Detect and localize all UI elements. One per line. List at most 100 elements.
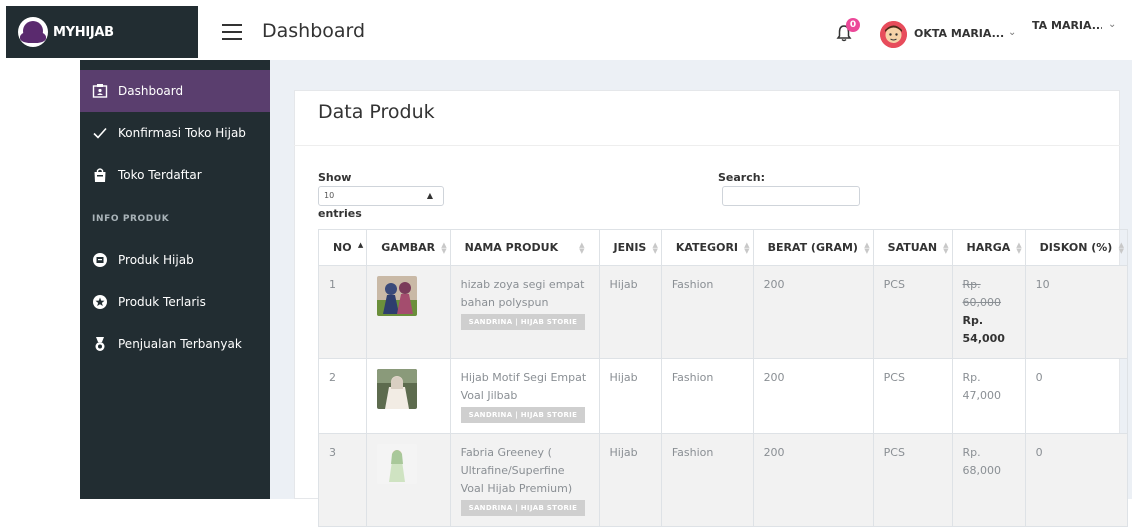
column-header-jenis[interactable]: JENIS ▲ ▼: [599, 229, 662, 266]
column-header-diskon[interactable]: DISKON (%) ▲ ▼: [1025, 229, 1129, 266]
cell-diskon: 10: [1025, 265, 1129, 359]
check-icon: [93, 127, 107, 139]
cell-jenis: Hijab: [599, 433, 662, 527]
sidebar-item-produk-hijab[interactable]: Produk Hijab: [80, 239, 270, 281]
sidebar-item-produk-terlaris[interactable]: Produk Terlaris: [80, 281, 270, 323]
column-header-satuan[interactable]: SATUAN ▲ ▼: [873, 229, 953, 266]
column-header-no[interactable]: NO ▲: [317, 229, 368, 266]
cell-gambar: [366, 358, 451, 434]
shop-badge: SANDRINA | HIJAB STORIE: [460, 407, 586, 423]
sidebar-item-konfirmasi-toko[interactable]: Konfirmasi Toko Hijab: [80, 112, 270, 154]
shopping-bag-icon: [94, 168, 106, 182]
entries-select-value: 10: [324, 191, 335, 200]
cell-no: 2: [317, 358, 368, 434]
cell-no: 3: [317, 433, 368, 527]
sort-icon: ▲ ▼: [1118, 241, 1124, 255]
search-label: Search:: [718, 171, 765, 184]
product-name: Hijab Motif Segi Empat Voal Jilbab: [460, 371, 587, 402]
cell-harga: Rp. 68,000: [952, 433, 1026, 527]
shop-badge: SANDRINA | HIJAB STORIE: [460, 500, 586, 516]
avatar[interactable]: [880, 21, 907, 48]
show-label: Show: [318, 171, 352, 184]
cell-diskon: 0: [1025, 433, 1129, 527]
cell-gambar: [366, 265, 451, 359]
cell-nama-produk: hizab zoya segi empat bahan polyspun SAN…: [450, 265, 600, 359]
cell-kategori: Fashion: [661, 433, 754, 527]
entries-select[interactable]: 10 ▲︎: [318, 186, 444, 206]
cell-kategori: Fashion: [661, 358, 754, 434]
sidebar-item-penjualan-terbanyak[interactable]: Penjualan Terbanyak: [80, 323, 270, 365]
search-input[interactable]: [722, 186, 860, 206]
column-header-kategori[interactable]: KATEGORI ▲ ▼: [661, 229, 754, 266]
entries-label: entries: [318, 207, 362, 220]
product-name: hizab zoya segi empat bahan polyspun: [460, 278, 585, 309]
column-header-harga[interactable]: HARGA ▲ ▼: [952, 229, 1026, 266]
cell-harga: Rp. 47,000: [952, 358, 1026, 434]
table-header-row: NO ▲ GAMBAR ▲ ▼ NAMA PRODUK ▲ ▼ JENIS ▲ ▼ KATEG…: [317, 229, 1129, 266]
cell-berat: 200: [753, 265, 874, 359]
notification-badge: 0: [846, 18, 860, 32]
sidebar-item-toko-terdaftar[interactable]: Toko Terdaftar: [80, 154, 270, 196]
brand-logo-bar[interactable]: MYHIJAB: [6, 6, 198, 58]
cell-jenis: Hijab: [599, 265, 662, 359]
sidebar-item-label: Produk Hijab: [118, 253, 194, 267]
brand-name: MYHIJAB: [53, 24, 114, 40]
product-thumbnail[interactable]: [377, 444, 418, 484]
cell-kategori: Fashion: [661, 265, 754, 359]
sort-asc-icon: ▲: [357, 241, 364, 249]
sort-icon: ▲ ▼: [943, 241, 949, 255]
price-discounted: Rp. 54,000: [962, 314, 1005, 345]
sidebar-section-header: INFO PRODUK: [92, 214, 170, 224]
star-icon: [93, 295, 107, 309]
cell-satuan: PCS: [873, 358, 953, 434]
sort-icon: ▲ ▼: [744, 241, 750, 255]
column-header-berat[interactable]: BERAT (GRAM) ▲ ▼: [753, 229, 874, 266]
product-name: Fabria Greeney ( Ultrafine/Superfine Voa…: [460, 446, 573, 495]
chevron-down-icon[interactable]: ⌄: [1008, 27, 1016, 38]
card-divider: [294, 145, 1120, 146]
cell-nama-produk: Fabria Greeney ( Ultrafine/Superfine Voa…: [450, 433, 600, 527]
cell-jenis: Hijab: [599, 358, 662, 434]
product-thumbnail[interactable]: [377, 369, 418, 409]
price-original: Rp. 60,000: [962, 278, 1002, 309]
page-title: Dashboard: [262, 20, 366, 42]
sidebar-item-label: Konfirmasi Toko Hijab: [118, 126, 246, 140]
dashboard-icon: [92, 84, 108, 98]
cell-berat: 200: [753, 358, 874, 434]
box-icon: [93, 253, 107, 267]
cell-harga: Rp. 60,000 Rp. 54,000: [952, 265, 1026, 359]
shop-badge: SANDRINA | HIJAB STORIE: [460, 314, 586, 330]
products-table: NO ▲ GAMBAR ▲ ▼ NAMA PRODUK ▲ ▼ JENIS ▲ ▼ KATEG…: [317, 229, 1129, 527]
chevron-down-icon[interactable]: ⌄: [1108, 19, 1116, 30]
sort-icon: ▲ ▼: [652, 241, 658, 255]
sort-icon: ▲ ▼: [864, 241, 870, 255]
sidebar: Dashboard Konfirmasi Toko Hijab Toko Ter…: [80, 60, 270, 499]
user-name-overflow[interactable]: TA MARIA...: [1032, 19, 1102, 32]
medal-icon: [95, 337, 105, 351]
cell-satuan: PCS: [873, 265, 953, 359]
column-header-gambar[interactable]: GAMBAR ▲ ▼: [366, 229, 451, 266]
menu-toggle-icon[interactable]: [222, 24, 242, 40]
sidebar-item-dashboard[interactable]: Dashboard: [80, 70, 270, 112]
sidebar-item-label: Dashboard: [118, 84, 184, 98]
sidebar-item-label: Toko Terdaftar: [118, 168, 202, 182]
sort-icon: ▲ ▼: [579, 241, 585, 255]
brand-logo-icon: [18, 17, 48, 47]
sort-icon: ▲ ▼: [441, 241, 447, 255]
table-row: 2 Hijab Motif Segi Empat Voal Jilbab SAN…: [317, 358, 1129, 434]
sidebar-item-label: Produk Terlaris: [118, 295, 206, 309]
card-title: Data Produk: [318, 101, 435, 123]
select-caret-icon: ▲︎: [426, 191, 433, 200]
cell-gambar: [366, 433, 451, 527]
sidebar-item-label: Penjualan Terbanyak: [118, 337, 242, 351]
cell-satuan: PCS: [873, 433, 953, 527]
user-name[interactable]: OKTA MARIA...: [914, 27, 1004, 40]
column-header-nama-produk[interactable]: NAMA PRODUK ▲ ▼: [450, 229, 600, 266]
cell-nama-produk: Hijab Motif Segi Empat Voal Jilbab SANDR…: [450, 358, 600, 434]
table-row: 3 Fabria Greeney ( Ultrafine/Superfine V…: [317, 433, 1129, 527]
cell-diskon: 0: [1025, 358, 1129, 434]
product-thumbnail[interactable]: [377, 276, 418, 316]
cell-berat: 200: [753, 433, 874, 527]
table-row: 1 hizab zoya segi empat bahan polyspun S…: [317, 265, 1129, 359]
cell-no: 1: [317, 265, 368, 359]
